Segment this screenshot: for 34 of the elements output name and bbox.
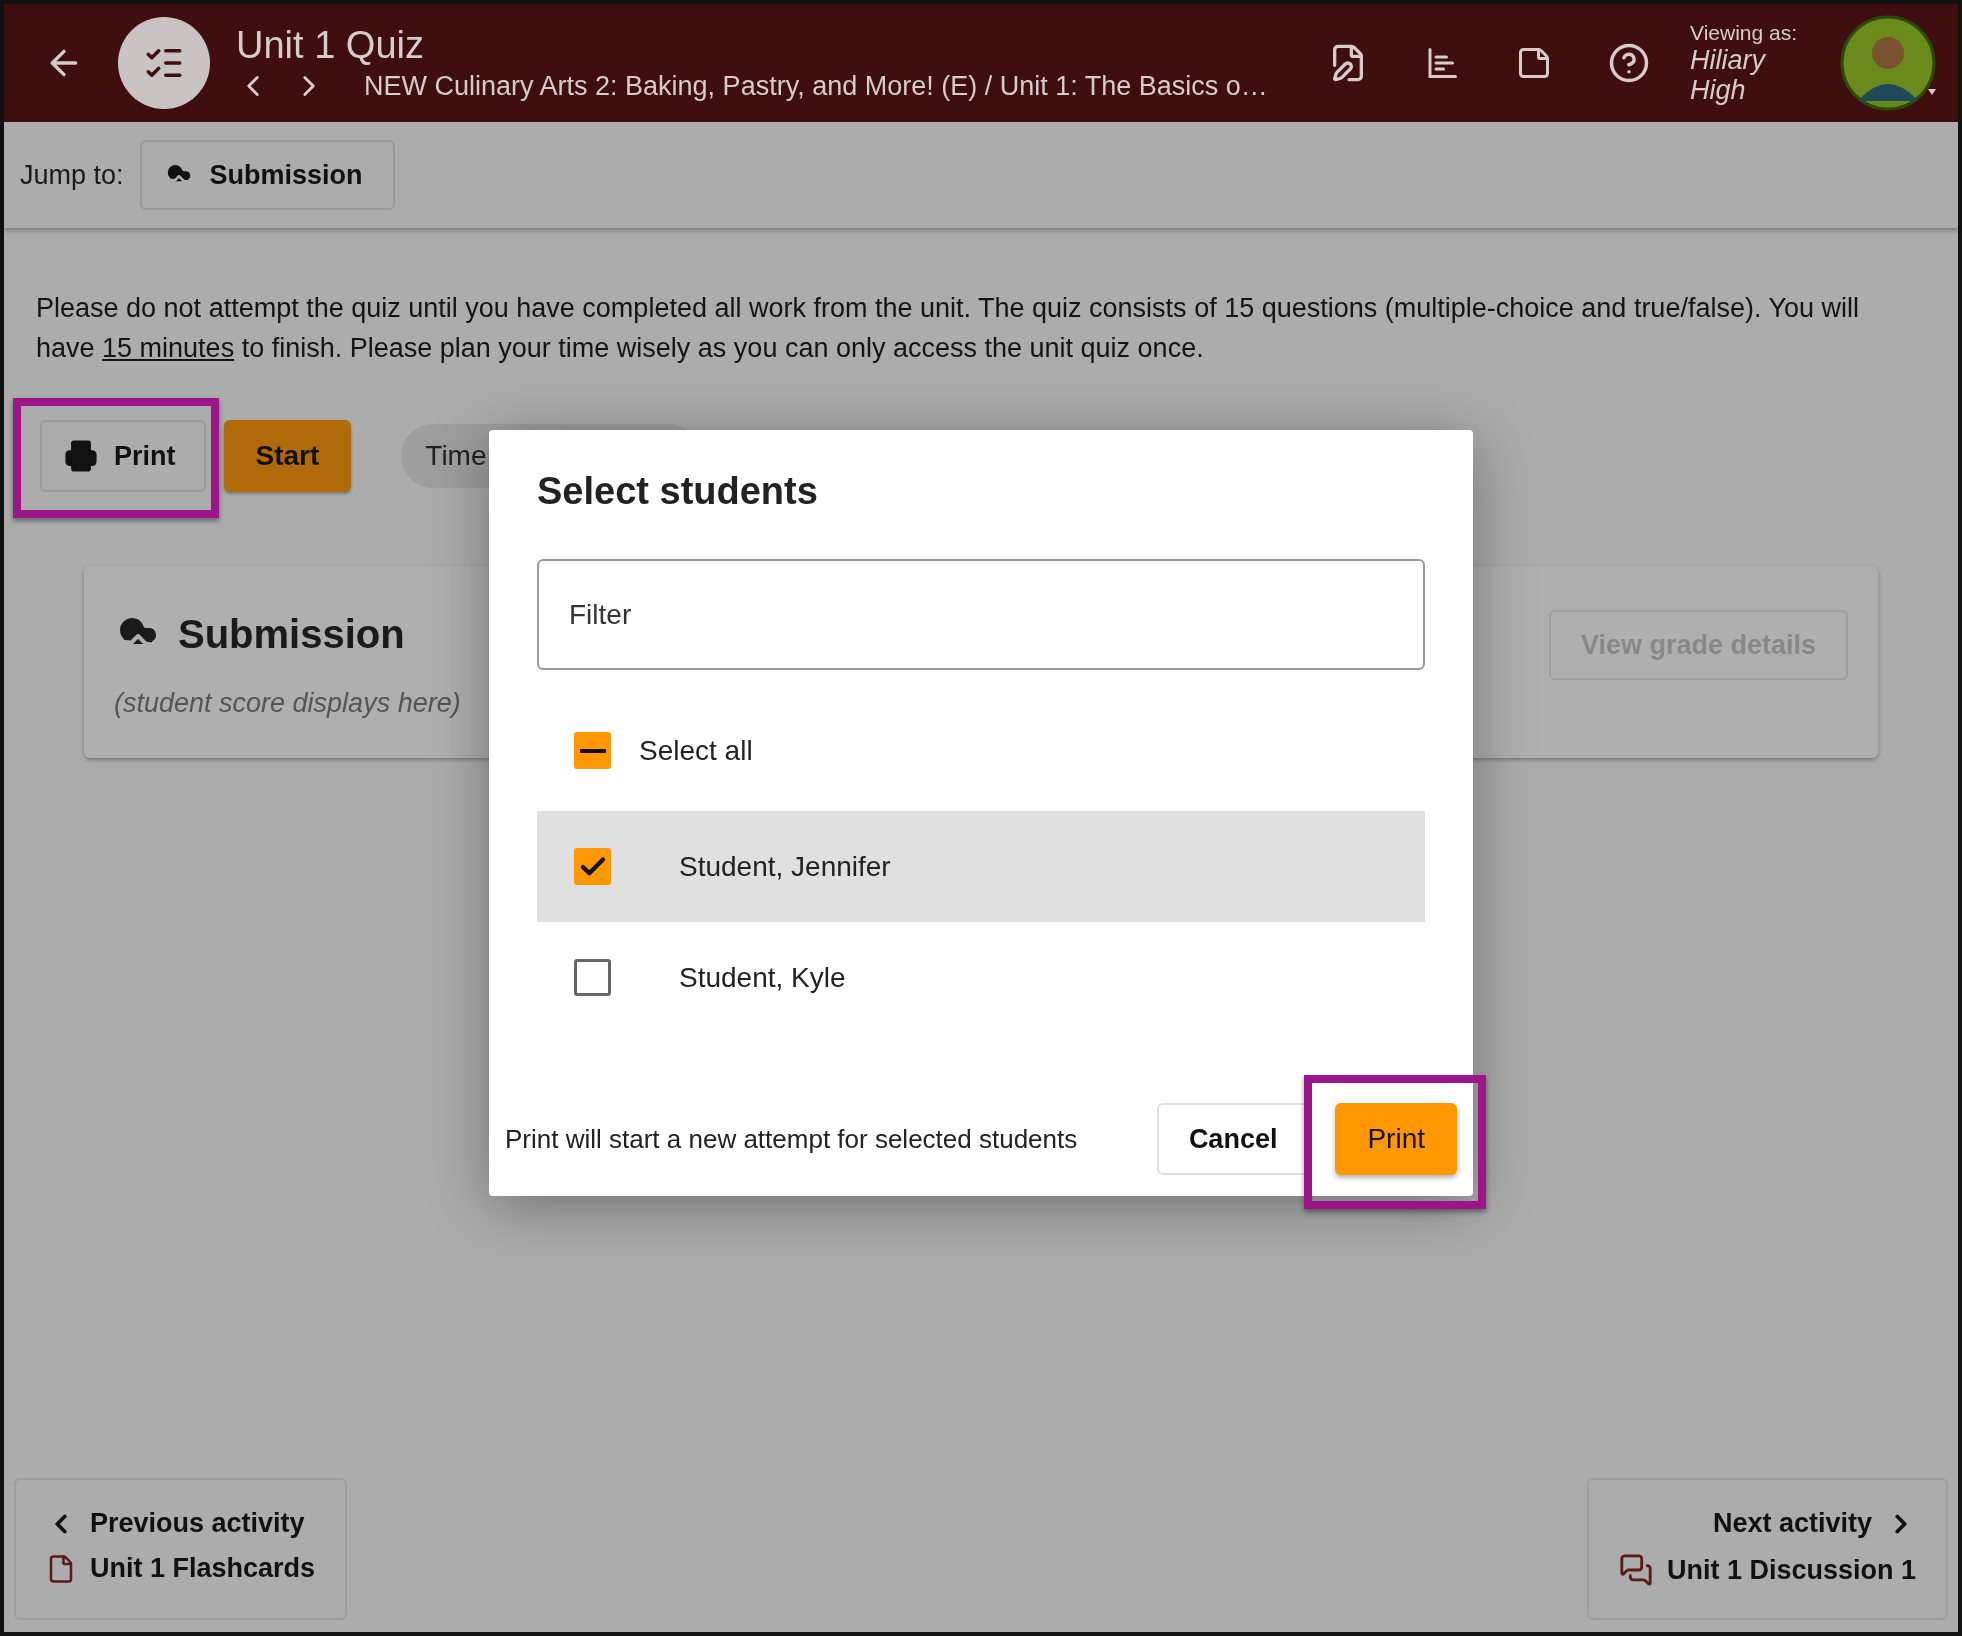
nav-label: Previous activity (90, 1508, 305, 1539)
activity-title: Unit 1 Discussion 1 (1666, 1554, 1916, 1586)
time-limit-link[interactable]: 15 minutes (102, 333, 235, 363)
quiz-instructions: Please do not attempt the quiz until you have completed all work from the unit. The quiz consists of 15 questions (multiple-choice and true/false). You will have 15 minutes to finish. Please plan your time wisely as you can only access the unit quiz once. (36, 292, 1860, 365)
next-activity-card[interactable]: Next activity Unit 1 Discussion 1 (1586, 1478, 1948, 1620)
print-button[interactable]: Print (1335, 1103, 1457, 1175)
start-button[interactable]: Start (223, 420, 352, 492)
checkbox[interactable] (574, 848, 611, 885)
chat-bubbles-icon (1618, 1553, 1653, 1587)
viewing-as-name[interactable]: Hiliary High (1690, 45, 1820, 105)
filter-field[interactable]: Filter (537, 559, 1425, 670)
student-row[interactable]: Student, Kyle (537, 922, 1425, 1033)
student-row[interactable]: Student, Jennifer (537, 811, 1425, 922)
page-title: Unit 1 Quiz (236, 23, 425, 67)
student-name: Student, Jennifer (679, 850, 891, 883)
card-title: Submission (178, 611, 405, 657)
print-note: Print will start a new attempt for selected students (505, 1123, 1079, 1155)
select-all-label: Select all (639, 734, 753, 767)
checkbox[interactable] (574, 959, 611, 996)
score-note: (student score displays here) (114, 688, 461, 719)
previous-activity-card[interactable]: Previous activity Unit 1 Flashcards (14, 1478, 348, 1620)
checkbox[interactable] (574, 732, 611, 769)
student-name: Student, Kyle (679, 961, 846, 994)
help-icon[interactable] (1608, 42, 1650, 84)
nav-label: Next activity (1712, 1508, 1872, 1539)
jump-submission-button[interactable]: Submission (139, 140, 395, 210)
jump-to-label: Jump to: (20, 159, 124, 191)
activity-title: Unit 1 Flashcards (90, 1553, 316, 1584)
minus-icon (579, 748, 606, 753)
breadcrumb[interactable]: NEW Culinary Arts 2: Baking, Pastry, and More! (E) / Unit 1: The Basics o… (364, 70, 1268, 102)
print-button[interactable]: Print (40, 420, 206, 492)
note-icon[interactable] (1516, 45, 1552, 81)
viewing-as-label: Viewing as: (1690, 21, 1798, 45)
avatar[interactable] (1840, 15, 1936, 111)
